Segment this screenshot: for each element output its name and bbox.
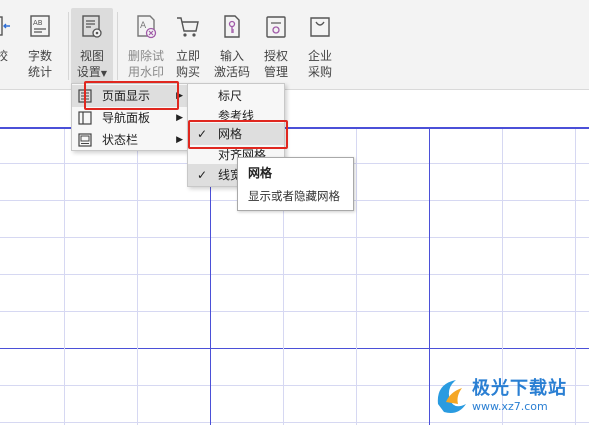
grid-line-major xyxy=(0,348,589,349)
compare-icon xyxy=(0,16,10,36)
svg-text:AB: AB xyxy=(33,19,43,27)
status-bar-icon xyxy=(78,133,92,147)
grid-line xyxy=(0,237,589,238)
remove-watermark-icon: A xyxy=(137,15,157,39)
menu-item-nav-panel[interactable]: 导航面板 ▶ xyxy=(72,107,187,129)
highlight-box-grid xyxy=(188,120,288,149)
ribbon-toolbar: 校 AB 字数 统计 视图 设置▼ A 删除试 用水印 立即 购买 输入 激活码… xyxy=(0,0,589,90)
grid-tooltip: 网格 显示或者隐藏网格 xyxy=(237,157,354,211)
key-icon xyxy=(224,15,240,38)
grid-line xyxy=(64,127,65,425)
tooltip-description: 显示或者隐藏网格 xyxy=(248,189,340,203)
watermark-title: 极光下载站 xyxy=(472,378,567,399)
grid-line xyxy=(137,127,138,425)
license-icon xyxy=(266,16,286,38)
tooltip-title: 网格 xyxy=(248,166,273,180)
word-count-label: 字数 统计 xyxy=(27,49,52,79)
grid-line xyxy=(356,127,357,425)
grid-line-major xyxy=(429,127,430,425)
view-settings-label: 视图 设置▼ xyxy=(76,49,108,79)
cart-icon xyxy=(177,17,199,37)
chevron-right-icon: ▶ xyxy=(176,113,183,123)
bag-icon xyxy=(310,17,330,37)
grid-line xyxy=(0,274,589,275)
word-count-button[interactable]: AB 字数 统计 xyxy=(18,8,62,84)
view-settings-icon xyxy=(82,15,102,38)
svg-text:A: A xyxy=(140,21,147,31)
highlight-box-page-display xyxy=(84,81,179,110)
watermark-url: www.xz7.com xyxy=(472,400,548,413)
site-watermark: 极光下载站 www.xz7.com xyxy=(432,372,582,422)
view-settings-button[interactable]: 视图 设置▼ xyxy=(71,8,113,84)
grid-line xyxy=(0,422,589,423)
enterprise-purchase-button[interactable]: 企业 采购 xyxy=(298,8,342,84)
word-count-icon: AB xyxy=(30,15,50,37)
chevron-down-icon: ▼ xyxy=(100,69,108,78)
submenu-item-ruler[interactable]: 标尺 xyxy=(188,85,284,107)
enterprise-purchase-label: 企业 采购 xyxy=(307,49,332,79)
checkmark-icon: ✓ xyxy=(197,168,208,182)
nav-panel-icon xyxy=(78,111,92,125)
grid-line xyxy=(0,311,589,312)
watermark-logo-icon xyxy=(437,380,466,413)
chevron-right-icon: ▶ xyxy=(176,135,183,145)
menu-item-status-bar[interactable]: 状态栏 ▶ xyxy=(72,129,187,151)
